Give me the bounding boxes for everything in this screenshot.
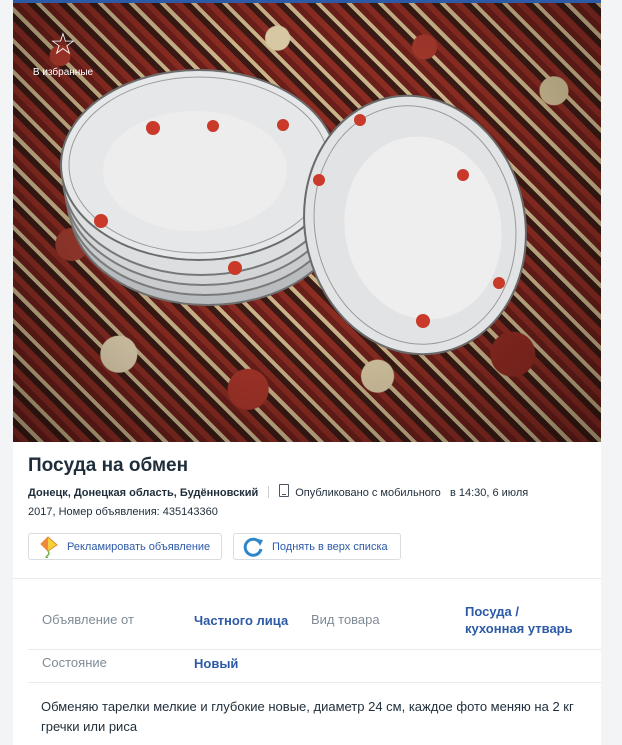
ad-number: 2017, Номер объявления: 435143360 [28,506,218,518]
ad-title: Посуда на обмен [28,455,189,476]
detail-value-seller[interactable]: Частного лица [194,612,288,629]
published-time: в 14:30, 6 июля [449,487,529,499]
meta-separator [268,486,270,498]
favorites-label: В избранные [32,67,94,78]
raise-ad-button[interactable]: Поднять в верх списка [233,533,401,560]
refresh-icon [243,537,263,557]
plates-illustration [60,69,527,356]
detail-row-divider [28,649,601,650]
ad-photo[interactable]: ☆ В избранные [13,3,601,442]
ad-meta: Донецк, Донецкая область, Будённовский Оп… [28,484,588,522]
ad-description: Обменяю тарелки мелкие и глубокие новые,… [41,699,574,734]
favorites-button[interactable]: ☆ В избранные [33,28,93,79]
detail-label-category: Вид товара [311,612,380,627]
kite-icon [40,535,58,558]
promote-ad-button[interactable]: Рекламировать объявление [28,533,222,560]
mobile-phone-icon [279,484,290,497]
ad-card: ☆ В избранные Посуда на обмен Донецк, До… [13,0,601,745]
promote-label: Рекламировать объявление [67,540,211,553]
published-source: Опубликовано с мобильного [295,487,441,499]
detail-value-condition[interactable]: Новый [194,655,238,672]
detail-label-seller: Объявление от [42,612,134,627]
raise-label: Поднять в верх списка [272,540,388,553]
ad-location[interactable]: Донецк, Донецкая область, Будённовский [28,487,258,499]
section-divider [13,578,601,579]
detail-value-category[interactable]: Посуда / кухонная утварь [465,603,575,637]
detail-row-divider-2 [28,682,601,683]
star-outline-icon: ☆ [49,28,77,61]
detail-label-condition: Состояние [42,655,107,670]
